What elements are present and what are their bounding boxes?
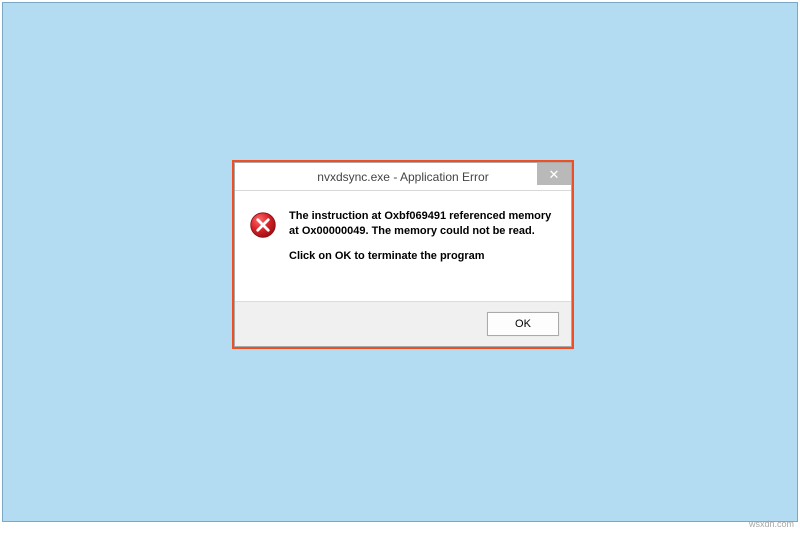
error-message-line2: Click on OK to terminate the program <box>289 249 557 264</box>
dialog-titlebar: nvxdsync.exe - Application Error ✕ <box>235 163 571 191</box>
error-icon <box>249 211 277 239</box>
error-dialog: nvxdsync.exe - Application Error ✕ <box>234 162 572 347</box>
dialog-content: The instruction at Oxbf069491 referenced… <box>235 191 571 301</box>
dialog-footer: OK <box>235 301 571 346</box>
dialog-highlight-frame: nvxdsync.exe - Application Error ✕ <box>232 160 574 349</box>
dialog-message: The instruction at Oxbf069491 referenced… <box>289 209 557 274</box>
error-message-line1: The instruction at Oxbf069491 referenced… <box>289 209 557 239</box>
ok-button[interactable]: OK <box>487 312 559 336</box>
close-icon: ✕ <box>549 168 560 181</box>
dialog-title: nvxdsync.exe - Application Error <box>235 170 571 184</box>
watermark: wsxdn.com <box>749 519 794 529</box>
close-button[interactable]: ✕ <box>537 163 571 185</box>
ok-button-label: OK <box>515 318 531 330</box>
